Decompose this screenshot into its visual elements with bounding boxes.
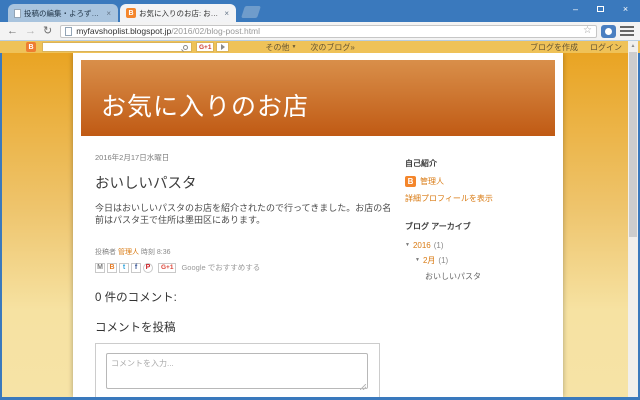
next-blog-link[interactable]: 次のブログ» — [310, 42, 354, 53]
author-link[interactable]: 管理人 — [118, 249, 139, 256]
page-scrollbar[interactable]: ▲ — [628, 41, 638, 397]
extension-camera-icon[interactable] — [601, 24, 616, 38]
create-blog-link[interactable]: ブログを作成 — [530, 42, 578, 53]
address-bar[interactable]: myfavshoplist.blogspot.jp/2016/02/blog-p… — [60, 24, 597, 38]
post-byline: 投稿者 管理人 時刻 8:36 — [95, 247, 399, 257]
comment-textarea-wrap — [106, 353, 368, 394]
scrollbar-thumb[interactable] — [629, 52, 637, 237]
more-label: その他 — [265, 42, 290, 52]
archive-month-link[interactable]: 2月 — [423, 255, 435, 266]
maximize-icon — [597, 5, 604, 12]
refresh-icon[interactable]: ↻ — [43, 25, 52, 37]
blogger-navbar: B G+1 その他 ▼ 次のブログ» ブログを作成 ログイン — [0, 41, 640, 53]
email-share-icon[interactable]: M — [95, 262, 105, 273]
login-link[interactable]: ログイン — [590, 42, 622, 53]
url-path: /2016/02/blog-post.html — [171, 26, 261, 36]
gplus-one-button[interactable]: G+1 — [158, 262, 177, 273]
tab-post-editor[interactable]: 投稿の編集・よろず日記帳 × — [8, 4, 118, 22]
page-icon — [65, 26, 73, 36]
scroll-up-icon[interactable]: ▲ — [628, 41, 638, 51]
post-comment-heading: コメントを投稿 — [95, 322, 176, 335]
share-row: M B t f P G+1 Google でおすすめする — [95, 262, 399, 273]
browser-toolbar: ← → ↻ myfavshoplist.blogspot.jp/2016/02/… — [0, 22, 640, 41]
archive-heading: ブログ アーカイブ — [405, 222, 471, 231]
chevron-down-icon: ▼ — [291, 43, 297, 50]
pinterest-share-icon[interactable]: P — [143, 262, 153, 273]
resize-grip-icon[interactable] — [360, 384, 366, 391]
comment-input[interactable] — [106, 353, 368, 390]
archive-post-link[interactable]: おいしいパスタ — [425, 271, 555, 282]
post-time-link[interactable]: 8:36 — [157, 249, 171, 256]
url-text: myfavshoplist.blogspot.jp/2016/02/blog-p… — [76, 26, 260, 36]
avatar[interactable]: B — [405, 176, 416, 187]
archive-month-count: (1) — [438, 256, 449, 265]
blog-title[interactable]: お気に入りのお店 — [81, 60, 555, 123]
navbar-more-menu[interactable]: その他 ▼ — [265, 42, 296, 53]
page-icon — [14, 8, 21, 18]
archive-month-row: ▼ 2月 (1) — [415, 255, 555, 266]
post-column: 2016年2月17日水曜日 おいしいパスタ 今日はおいしいパスタのお店を紹介され… — [95, 152, 399, 397]
window-controls: – × — [563, 0, 638, 17]
share-arrow-icon — [220, 44, 225, 50]
comments-count-heading: 0 件のコメント: — [95, 292, 177, 305]
tab-title: お気に入りのお店: おいしいパ — [139, 8, 220, 18]
forward-icon[interactable]: → — [25, 25, 36, 37]
maximize-button[interactable] — [588, 0, 613, 17]
browser-window: 投稿の編集・よろず日記帳 × B お気に入りのお店: おいしいパ × – × ←… — [0, 0, 640, 400]
archive-year-count: (1) — [433, 241, 444, 250]
gplus-recommend-label[interactable]: Google でおすすめする — [181, 262, 260, 273]
tab-title: 投稿の編集・よろず日記帳 — [24, 8, 102, 18]
archive-toggle-icon[interactable]: ▼ — [415, 258, 420, 263]
search-icon[interactable] — [183, 44, 188, 50]
post-body: 今日はおいしいパスタのお店を紹介されたので行ってきました。お店の名前はパスタ王で… — [95, 203, 392, 226]
blogger-favicon: B — [126, 8, 136, 18]
profile-heading: 自己紹介 — [405, 159, 437, 168]
facebook-share-icon[interactable]: f — [131, 262, 141, 273]
tab-favorite-shops[interactable]: B お気に入りのお店: おいしいパ × — [120, 4, 236, 22]
sidebar: 自己紹介 B 管理人 詳細プロフィールを表示 ブログ アーカイブ ▼ 2016 … — [405, 158, 555, 282]
profile-row: B 管理人 — [405, 176, 555, 187]
archive-year-row: ▼ 2016 (1) — [405, 241, 555, 250]
blog-content-column: お気に入りのお店 2016年2月17日水曜日 おいしいパスタ 今日はおいしいパス… — [73, 53, 563, 397]
comment-form: コメントの記入者: Google アカウ ▼ — [95, 343, 380, 397]
blogthis-share-icon[interactable]: B — [107, 262, 117, 273]
twitter-share-icon[interactable]: t — [119, 262, 129, 273]
minimize-button[interactable]: – — [563, 0, 588, 17]
view-profile-link[interactable]: 詳細プロフィールを表示 — [405, 193, 555, 204]
gplus-button[interactable]: G+1 — [196, 42, 215, 52]
close-button[interactable]: × — [613, 0, 638, 17]
time-label: 時刻 — [140, 249, 155, 257]
post-date: 2016年2月17日水曜日 — [95, 153, 170, 162]
tab-close-icon[interactable]: × — [105, 9, 112, 18]
archive-toggle-icon[interactable]: ▼ — [405, 243, 410, 248]
tab-bar: 投稿の編集・よろず日記帳 × B お気に入りのお店: おいしいパ × – × — [0, 0, 640, 22]
bookmark-star-icon[interactable]: ☆ — [583, 26, 592, 36]
profile-name-link[interactable]: 管理人 — [420, 176, 444, 187]
byline-prefix: 投稿者 — [95, 249, 116, 257]
tab-close-icon[interactable]: × — [223, 9, 230, 18]
url-host: myfavshoplist.blogspot.jp — [76, 26, 172, 36]
post-title: おいしいパスタ — [95, 176, 197, 192]
chrome-menu-icon[interactable] — [620, 25, 634, 38]
page-background: お気に入りのお店 2016年2月17日水曜日 おいしいパスタ 今日はおいしいパス… — [2, 53, 638, 397]
back-icon[interactable]: ← — [7, 25, 18, 37]
navbar-search-input[interactable] — [42, 42, 192, 52]
blog-header: お気に入りのお店 — [81, 60, 555, 136]
share-button[interactable] — [216, 42, 230, 52]
archive-year-link[interactable]: 2016 — [413, 241, 431, 250]
new-tab-button[interactable] — [241, 6, 261, 18]
navbar-right: ブログを作成 ログイン — [530, 42, 622, 53]
blogger-logo[interactable]: B — [26, 42, 36, 52]
